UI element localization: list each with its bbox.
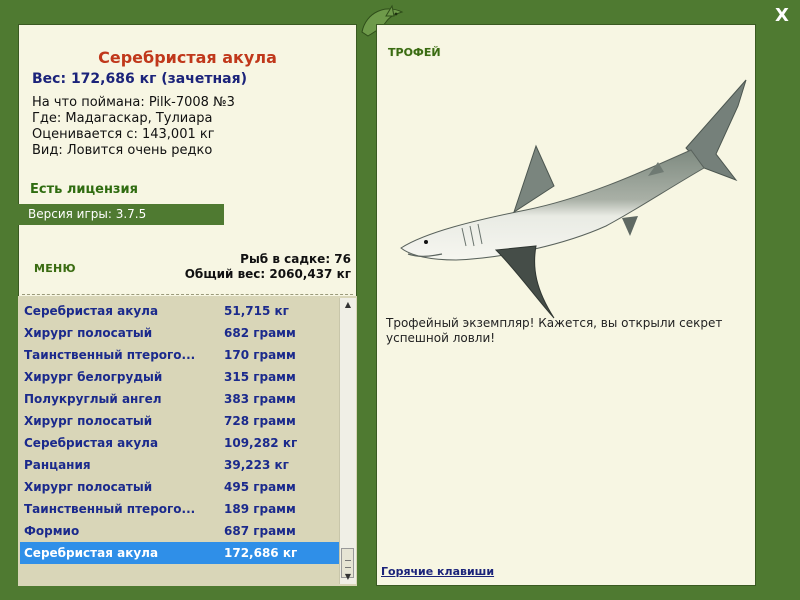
scroll-up-icon[interactable]: ▲: [340, 298, 356, 312]
game-version-bar: Версия игры: 3.7.5: [18, 204, 224, 225]
catch-row-fish-name: Таинственный птерого...: [24, 348, 196, 362]
game-window: X Серебристая акула Вес: 172,686 кг (зач…: [0, 0, 800, 600]
catch-row-weight: 51,715 кг: [224, 304, 289, 318]
catch-row-weight: 682 грамм: [224, 326, 296, 340]
caught-on-text: На что поймана: Pilk-7008 №3: [32, 95, 235, 110]
catch-row-weight: 170 грамм: [224, 348, 296, 362]
catch-row-weight: 39,223 кг: [224, 458, 289, 472]
catch-list-row[interactable]: Серебристая акула 109,282 кг: [20, 432, 340, 454]
catch-row-fish-name: Хирург полосатый: [24, 480, 153, 494]
catch-row-fish-name: Хирург полосатый: [24, 326, 153, 340]
catch-list-row[interactable]: Хирург полосатый 728 грамм: [20, 410, 340, 432]
divider: [22, 294, 353, 295]
catch-list-row[interactable]: Полукруглый ангел 383 грамм: [20, 388, 340, 410]
valued-from-text: Оценивается с: 143,001 кг: [32, 127, 215, 142]
fish-kind-text: Вид: Ловится очень редко: [32, 143, 213, 158]
catch-list-row[interactable]: Серебристая акула 172,686 кг: [20, 542, 340, 564]
shark-image: [400, 79, 747, 319]
hotkeys-link[interactable]: Горячие клавиши: [381, 565, 494, 578]
catch-row-fish-name: Хирург белогрудый: [24, 370, 163, 384]
list-scrollbar[interactable]: ▲ ▼: [339, 298, 356, 584]
location-text: Где: Мадагаскар, Тулиара: [32, 111, 213, 126]
catch-list-row[interactable]: Хирург полосатый 682 грамм: [20, 322, 340, 344]
catch-row-weight: 315 грамм: [224, 370, 296, 384]
fish-weight: Вес: 172,686 кг (зачетная): [32, 71, 247, 87]
catch-list-row[interactable]: Хирург полосатый 495 грамм: [20, 476, 340, 498]
trophy-panel: ТРОФЕЙ Трофейный экземпляр! Кажется, вы …: [376, 24, 756, 586]
catch-list-row[interactable]: Ранцания 39,223 кг: [20, 454, 340, 476]
trophy-description: Трофейный экземпляр! Кажется, вы открыли…: [386, 316, 723, 345]
catch-row-fish-name: Ранцания: [24, 458, 91, 472]
catch-row-weight: 728 грамм: [224, 414, 296, 428]
catch-list-row[interactable]: Серебристая акула 51,715 кг: [20, 300, 340, 322]
catch-row-fish-name: Таинственный птерого...: [24, 502, 196, 516]
catch-list-area: Серебристая акула 51,715 кг Хирург полосат…: [18, 296, 357, 586]
fish-count-text: Рыб в садке: 76: [240, 252, 351, 266]
catch-row-weight: 109,282 кг: [224, 436, 298, 450]
catch-row-fish-name: Серебристая акула: [24, 304, 159, 318]
catch-list: Серебристая акула 51,715 кг Хирург полосат…: [20, 300, 340, 564]
catch-row-fish-name: Серебристая акула: [24, 436, 159, 450]
catch-row-fish-name: Формио: [24, 524, 80, 538]
fish-info-panel: Серебристая акула Вес: 172,686 кг (зачет…: [18, 24, 357, 586]
catch-row-weight: 687 грамм: [224, 524, 296, 538]
catch-row-fish-name: Серебристая акула: [24, 546, 159, 560]
catch-row-weight: 495 грамм: [224, 480, 296, 494]
fish-name-title: Серебристая акула: [98, 48, 277, 67]
catch-list-row[interactable]: Таинственный птерого... 170 грамм: [20, 344, 340, 366]
catch-row-fish-name: Полукруглый ангел: [24, 392, 162, 406]
catch-list-row[interactable]: Хирург белогрудый 315 грамм: [20, 366, 340, 388]
scroll-down-icon[interactable]: ▼: [340, 570, 356, 584]
catch-list-row[interactable]: Таинственный птерого... 189 грамм: [20, 498, 340, 520]
catch-row-weight: 172,686 кг: [224, 546, 298, 560]
catch-stats: Рыб в садке: 76 Общий вес: 2060,437 кг: [185, 252, 351, 282]
menu-button[interactable]: МЕНЮ: [34, 262, 76, 275]
catch-list-row[interactable]: Формио 687 грамм: [20, 520, 340, 542]
catch-row-weight: 383 грамм: [224, 392, 296, 406]
catch-row-fish-name: Хирург полосатый: [24, 414, 153, 428]
catch-row-weight: 189 грамм: [224, 502, 296, 516]
license-status: Есть лицензия: [30, 182, 138, 197]
total-weight-text: Общий вес: 2060,437 кг: [184, 267, 351, 281]
close-icon[interactable]: X: [772, 6, 792, 26]
